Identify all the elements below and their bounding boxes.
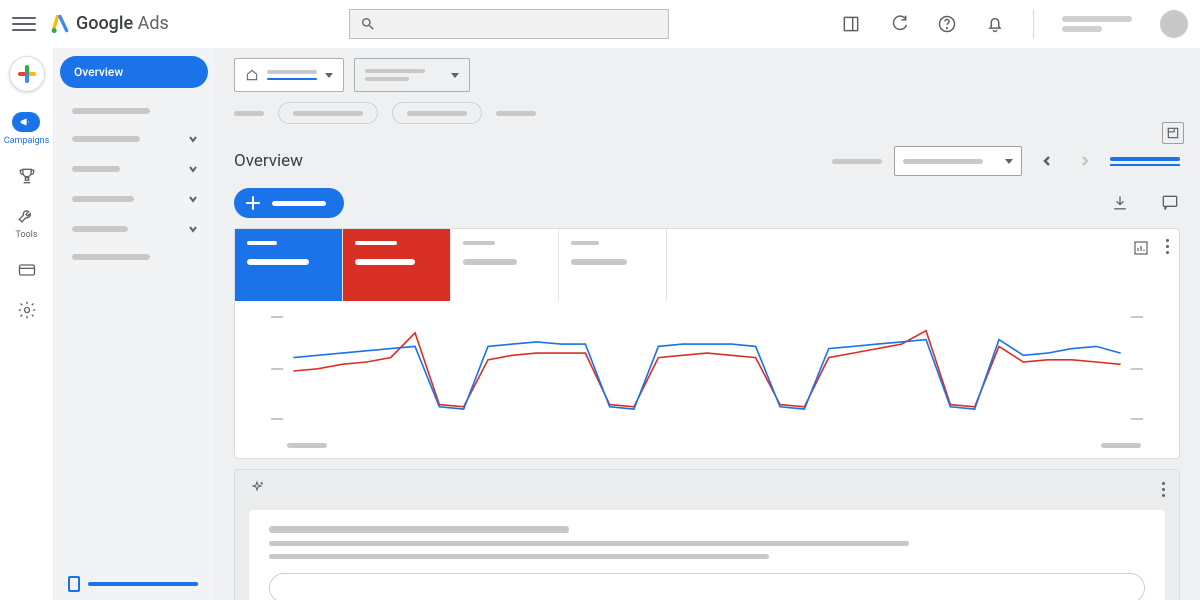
date-prev-button[interactable] — [1034, 148, 1060, 174]
home-icon — [245, 68, 259, 82]
create-button[interactable] — [9, 56, 45, 92]
secondary-nav-item[interactable] — [54, 214, 214, 244]
chevron-down-icon — [188, 224, 198, 234]
chart-settings-icon[interactable] — [1132, 239, 1150, 257]
notifications-icon[interactable] — [985, 14, 1005, 34]
breadcrumb-text — [234, 111, 264, 116]
breadcrumb-text — [496, 111, 536, 116]
primary-nav: Campaigns Tools — [0, 48, 54, 600]
performance-card — [234, 228, 1180, 459]
secondary-nav: Overview — [54, 48, 214, 600]
chevron-down-icon — [188, 134, 198, 144]
divider — [1033, 9, 1034, 39]
logo-text: Google Ads — [76, 13, 169, 34]
search-icon — [360, 16, 376, 32]
secondary-nav-item[interactable] — [54, 184, 214, 214]
scorecard[interactable] — [235, 229, 343, 301]
feedback-icon[interactable] — [1160, 193, 1180, 213]
sparkle-icon — [249, 480, 265, 496]
insight-text — [269, 554, 769, 559]
nav-campaigns[interactable]: Campaigns — [4, 112, 49, 146]
secondary-nav-item[interactable] — [54, 98, 214, 124]
megaphone-icon — [19, 115, 33, 129]
scope-bar — [214, 48, 1200, 92]
chevron-down-icon — [325, 73, 333, 78]
filter-chip[interactable] — [392, 102, 482, 124]
avatar[interactable] — [1160, 10, 1188, 38]
filter-bar — [214, 92, 1200, 130]
chevron-down-icon — [451, 73, 459, 78]
insight-card — [234, 469, 1180, 600]
nav-campaigns-label: Campaigns — [4, 136, 49, 146]
nav-footer-link[interactable] — [68, 576, 198, 592]
main-content: Overview — [214, 48, 1200, 600]
tools-icon — [16, 206, 36, 226]
scorecard[interactable] — [343, 229, 451, 301]
insight-text — [269, 526, 569, 533]
secondary-nav-item[interactable] — [54, 124, 214, 154]
page-title: Overview — [234, 151, 303, 171]
chevron-down-icon — [188, 164, 198, 174]
save-icon — [1166, 126, 1180, 140]
campaign-scope-dropdown[interactable] — [354, 58, 470, 92]
download-icon[interactable] — [1110, 193, 1130, 213]
auto-apply-toggle[interactable] — [1110, 157, 1180, 166]
plus-icon — [244, 194, 262, 212]
insight-text — [269, 541, 909, 546]
date-compare-label — [832, 159, 882, 164]
chart-x-start — [287, 443, 327, 448]
chevron-down-icon — [188, 194, 198, 204]
scorecard[interactable] — [451, 229, 559, 301]
card-icon — [17, 260, 37, 280]
secondary-nav-item[interactable] — [54, 244, 214, 270]
ads-logo-icon — [50, 14, 70, 34]
account-switcher[interactable] — [1062, 16, 1132, 32]
app-header: Google Ads — [0, 0, 1200, 48]
save-view-button[interactable] — [1162, 122, 1184, 144]
filter-chip[interactable] — [278, 102, 378, 124]
date-next-button[interactable] — [1072, 148, 1098, 174]
account-scope-dropdown[interactable] — [234, 58, 344, 92]
chevron-down-icon — [1005, 159, 1013, 164]
trophy-icon — [17, 166, 37, 186]
new-campaign-button[interactable] — [234, 188, 344, 218]
header-actions — [841, 9, 1188, 39]
menu-icon[interactable] — [12, 12, 36, 36]
nav-admin[interactable] — [17, 300, 37, 320]
chart-x-end — [1101, 443, 1141, 448]
nav-goals[interactable] — [17, 166, 37, 186]
date-range-dropdown[interactable] — [894, 146, 1022, 176]
product-logo[interactable]: Google Ads — [50, 13, 169, 34]
nav-tools-label: Tools — [15, 230, 37, 240]
search-input[interactable] — [349, 9, 669, 39]
performance-chart — [235, 301, 1179, 458]
secondary-nav-item[interactable] — [54, 154, 214, 184]
help-icon[interactable] — [937, 14, 957, 34]
refresh-icon[interactable] — [889, 14, 909, 34]
nav-tools[interactable]: Tools — [15, 206, 37, 240]
gear-icon — [17, 300, 37, 320]
insight-input[interactable] — [269, 573, 1145, 600]
scorecard[interactable] — [559, 229, 667, 301]
more-icon[interactable] — [1166, 239, 1169, 257]
nav-overview[interactable]: Overview — [60, 56, 208, 88]
more-icon[interactable] — [1162, 482, 1165, 497]
nav-billing[interactable] — [17, 260, 37, 280]
appearance-icon[interactable] — [841, 14, 861, 34]
